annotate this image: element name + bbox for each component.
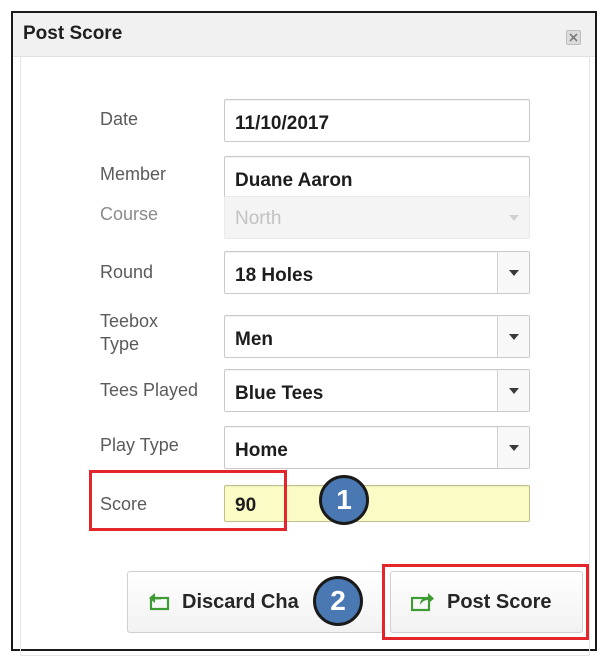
play-type-value: Home	[235, 440, 288, 461]
post-score-highlight-box	[382, 564, 589, 640]
date-label: Date	[100, 109, 139, 129]
dialog-title: Post Score	[23, 23, 123, 44]
post-score-dialog: Post Score Date 11/10/2017 Member Duane …	[11, 11, 597, 656]
teebox-type-value: Men	[235, 329, 273, 350]
discard-button-label: Discard Cha	[182, 590, 299, 613]
chevron-down-icon[interactable]	[497, 316, 529, 357]
round-select[interactable]: 18 Holes	[224, 251, 530, 294]
chevron-down-icon[interactable]	[497, 370, 529, 411]
round-value: 18 Holes	[235, 265, 314, 286]
member-field[interactable]: Duane Aaron	[224, 156, 530, 199]
teebox-type-label-line2: Type	[100, 334, 140, 354]
chevron-down-icon[interactable]	[497, 252, 529, 293]
score-highlight-box	[89, 470, 287, 531]
date-value: 11/10/2017	[235, 112, 330, 134]
tees-played-value: Blue Tees	[235, 383, 324, 404]
date-field[interactable]: 11/10/2017	[224, 99, 530, 142]
teebox-type-select[interactable]: Men	[224, 315, 530, 358]
step-1-badge: 1	[319, 475, 369, 525]
dialog-header: Post Score	[13, 13, 595, 57]
close-button[interactable]	[566, 30, 581, 45]
tees-played-label: Tees Played	[100, 380, 199, 400]
course-label: Course	[100, 204, 159, 224]
play-type-select[interactable]: Home	[224, 426, 530, 469]
member-label: Member	[100, 164, 167, 184]
member-value: Duane Aaron	[235, 169, 353, 191]
chevron-down-icon	[498, 197, 529, 238]
chevron-down-icon[interactable]	[497, 427, 529, 468]
tees-played-select[interactable]: Blue Tees	[224, 369, 530, 412]
play-type-label: Play Type	[100, 435, 179, 455]
round-label: Round	[100, 262, 154, 282]
course-select: North	[224, 196, 530, 239]
course-value: North	[235, 208, 282, 229]
step-2-badge: 2	[313, 576, 363, 626]
undo-icon	[148, 593, 170, 611]
close-icon	[569, 33, 578, 42]
teebox-type-label-line1: Teebox	[100, 311, 159, 331]
